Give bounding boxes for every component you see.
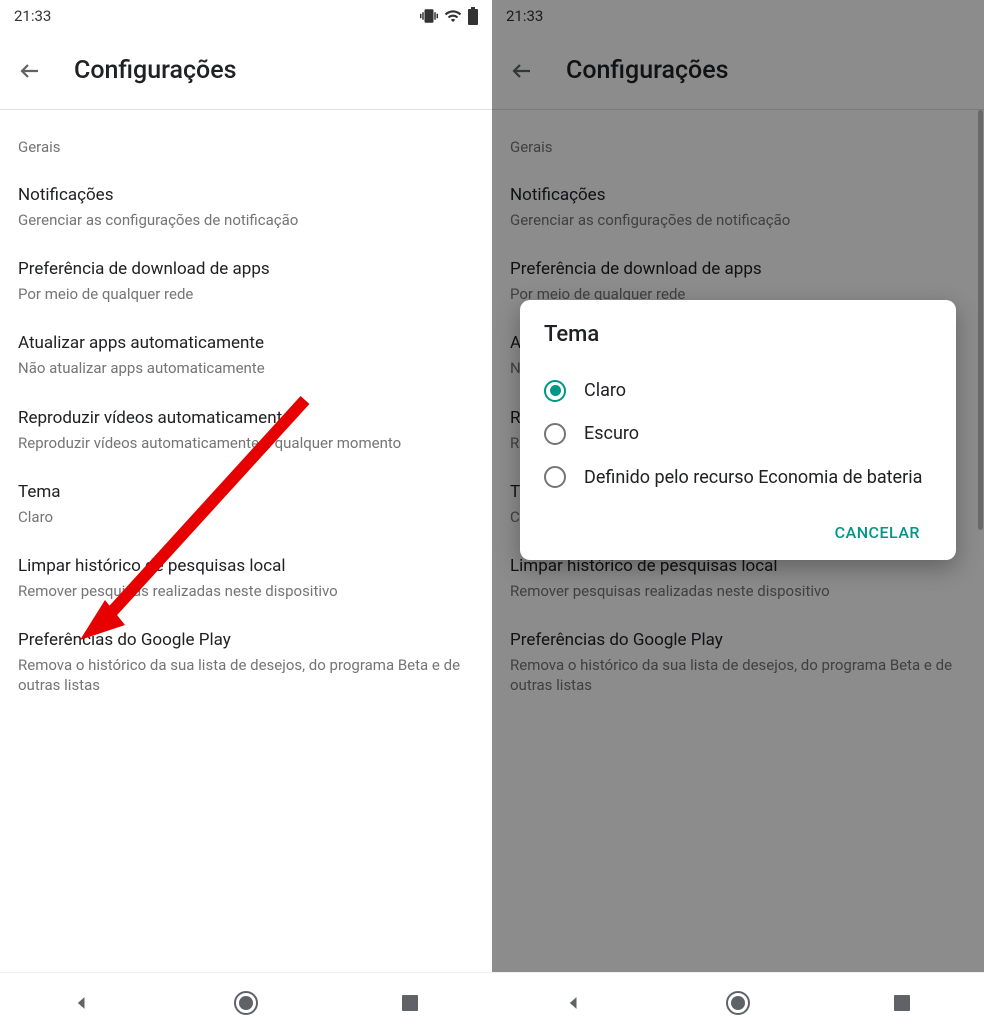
- nav-recents-button[interactable]: [397, 990, 423, 1016]
- setting-auto-video[interactable]: Reproduzir vídeos automaticamente Reprod…: [0, 395, 492, 469]
- nav-home-button[interactable]: [725, 990, 751, 1016]
- setting-title: Notificações: [510, 184, 966, 207]
- radio-option-light[interactable]: Claro: [544, 369, 932, 412]
- radio-option-dark[interactable]: Escuro: [544, 412, 932, 455]
- theme-dialog: Tema Claro Escuro Definido pelo recurso …: [520, 300, 956, 560]
- setting-title: Tema: [18, 481, 474, 504]
- dialog-title: Tema: [544, 322, 932, 347]
- status-icons: [420, 7, 478, 25]
- nav-back-button[interactable]: [561, 990, 587, 1016]
- setting-subtitle: Reproduzir vídeos automaticamente a qual…: [18, 433, 474, 453]
- section-general: Gerais: [0, 130, 492, 172]
- status-time: 21:33: [14, 7, 51, 25]
- setting-notifications[interactable]: Notificações Gerenciar as configurações …: [0, 172, 492, 246]
- phone-right: 21:33 Configurações Gerais Notificações …: [492, 0, 984, 1032]
- radio-icon: [544, 466, 566, 488]
- setting-title: Atualizar apps automaticamente: [18, 332, 474, 355]
- setting-subtitle: Não atualizar apps automaticamente: [18, 358, 474, 378]
- back-arrow-icon[interactable]: [510, 59, 534, 83]
- setting-subtitle: Claro: [18, 507, 474, 527]
- radio-option-battery[interactable]: Definido pelo recurso Economia de bateri…: [544, 456, 932, 499]
- vibrate-icon: [912, 7, 930, 25]
- battery-icon: [468, 7, 478, 25]
- setting-title: Reproduzir vídeos automaticamente: [18, 407, 474, 430]
- nav-bar: [492, 972, 984, 1032]
- app-header: Configurações: [492, 32, 984, 110]
- radio-icon: [544, 380, 566, 402]
- phone-left: 21:33 Configurações Gerais Notificações …: [0, 0, 492, 1032]
- settings-content[interactable]: Gerais Notificações Gerenciar as configu…: [0, 110, 492, 972]
- setting-title: Preferências do Google Play: [510, 629, 966, 652]
- setting-subtitle: Remover pesquisas realizadas neste dispo…: [510, 581, 966, 601]
- battery-icon: [960, 7, 970, 25]
- setting-auto-update[interactable]: Atualizar apps automaticamente Não atual…: [0, 320, 492, 394]
- radio-icon: [544, 423, 566, 445]
- wifi-icon: [444, 7, 462, 25]
- setting-subtitle: Remova o histórico da sua lista de desej…: [18, 655, 474, 696]
- radio-label: Escuro: [584, 422, 639, 445]
- radio-label: Definido pelo recurso Economia de bateri…: [584, 466, 922, 489]
- setting-clear-search[interactable]: Limpar histórico de pesquisas local Remo…: [0, 543, 492, 617]
- page-title: Configurações: [566, 56, 728, 85]
- nav-home-button[interactable]: [233, 990, 259, 1016]
- setting-subtitle: Remover pesquisas realizadas neste dispo…: [18, 581, 474, 601]
- setting-title: Preferência de download de apps: [510, 258, 966, 281]
- nav-recents-button[interactable]: [889, 990, 915, 1016]
- status-time: 21:33: [506, 7, 543, 25]
- setting-title: Limpar histórico de pesquisas local: [18, 555, 474, 578]
- section-general: Gerais: [492, 130, 984, 172]
- wifi-icon: [936, 7, 954, 25]
- dialog-actions: CANCELAR: [544, 499, 932, 550]
- status-bar: 21:33: [492, 0, 984, 32]
- vibrate-icon: [420, 7, 438, 25]
- setting-title: Preferência de download de apps: [18, 258, 474, 281]
- setting-play-prefs[interactable]: Preferências do Google Play Remova o his…: [492, 617, 984, 711]
- setting-play-prefs[interactable]: Preferências do Google Play Remova o his…: [0, 617, 492, 711]
- back-arrow-icon[interactable]: [18, 59, 42, 83]
- status-icons: [912, 7, 970, 25]
- setting-subtitle: Gerenciar as configurações de notificaçã…: [18, 210, 474, 230]
- setting-notifications[interactable]: Notificações Gerenciar as configurações …: [492, 172, 984, 246]
- setting-theme[interactable]: Tema Claro: [0, 469, 492, 543]
- setting-subtitle: Remova o histórico da sua lista de desej…: [510, 655, 966, 696]
- radio-label: Claro: [584, 379, 626, 402]
- scrollbar[interactable]: [978, 110, 983, 530]
- setting-subtitle: Por meio de qualquer rede: [18, 284, 474, 304]
- setting-download-pref[interactable]: Preferência de download de apps Por meio…: [0, 246, 492, 320]
- app-header: Configurações: [0, 32, 492, 110]
- page-title: Configurações: [74, 56, 236, 85]
- setting-subtitle: Gerenciar as configurações de notificaçã…: [510, 210, 966, 230]
- cancel-button[interactable]: CANCELAR: [823, 515, 932, 550]
- setting-title: Notificações: [18, 184, 474, 207]
- status-bar: 21:33: [0, 0, 492, 32]
- nav-back-button[interactable]: [69, 990, 95, 1016]
- nav-bar: [0, 972, 492, 1032]
- setting-title: Preferências do Google Play: [18, 629, 474, 652]
